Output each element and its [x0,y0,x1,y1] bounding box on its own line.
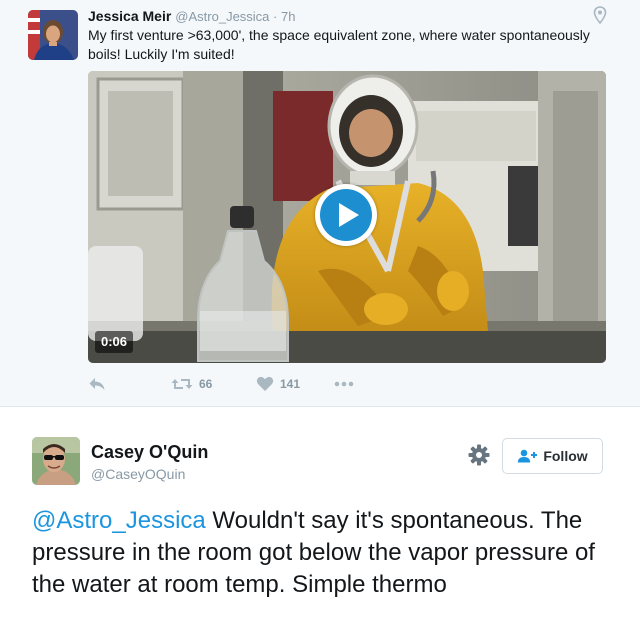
like-count: 141 [280,377,301,391]
like-button[interactable]: 141 [256,372,300,396]
location-pin-icon[interactable] [593,6,607,25]
tweet-text: My first venture >63,000', the space equ… [88,27,590,62]
reply-button[interactable] [88,372,106,396]
follow-button[interactable]: Follow [502,438,603,474]
original-tweet: Jessica Meir @Astro_Jessica · 7h My first… [0,0,640,406]
author-handle[interactable]: @Astro_Jessica [175,9,269,24]
reply-avatar[interactable] [32,437,80,485]
reply-author-name[interactable]: Casey O'Quin [91,442,208,463]
reply-text: @Astro_Jessica Wouldn't say it's spontan… [32,505,622,601]
avatar[interactable] [28,10,78,60]
divider [0,406,640,407]
retweet-count: 66 [199,377,213,391]
more-button[interactable] [334,372,354,396]
tweet-actions: 66 141 [88,372,388,396]
retweet-icon [171,379,193,389]
play-button[interactable] [315,184,377,246]
tweet-header: Jessica Meir @Astro_Jessica · 7h [88,8,296,24]
timestamp[interactable]: 7h [281,9,295,24]
gear-icon[interactable] [468,444,490,466]
reply-icon [89,378,105,390]
mention-link[interactable]: @Astro_Jessica [32,507,206,534]
video-duration: 0:06 [95,331,134,353]
heart-icon [256,376,274,391]
author-name[interactable]: Jessica Meir [88,8,171,24]
play-icon [339,203,359,227]
more-icon [334,381,354,387]
reply-author-handle[interactable]: @CaseyOQuin [91,466,185,482]
retweet-button[interactable]: 66 [171,372,212,396]
add-user-icon [518,449,538,463]
follow-label: Follow [543,448,588,464]
